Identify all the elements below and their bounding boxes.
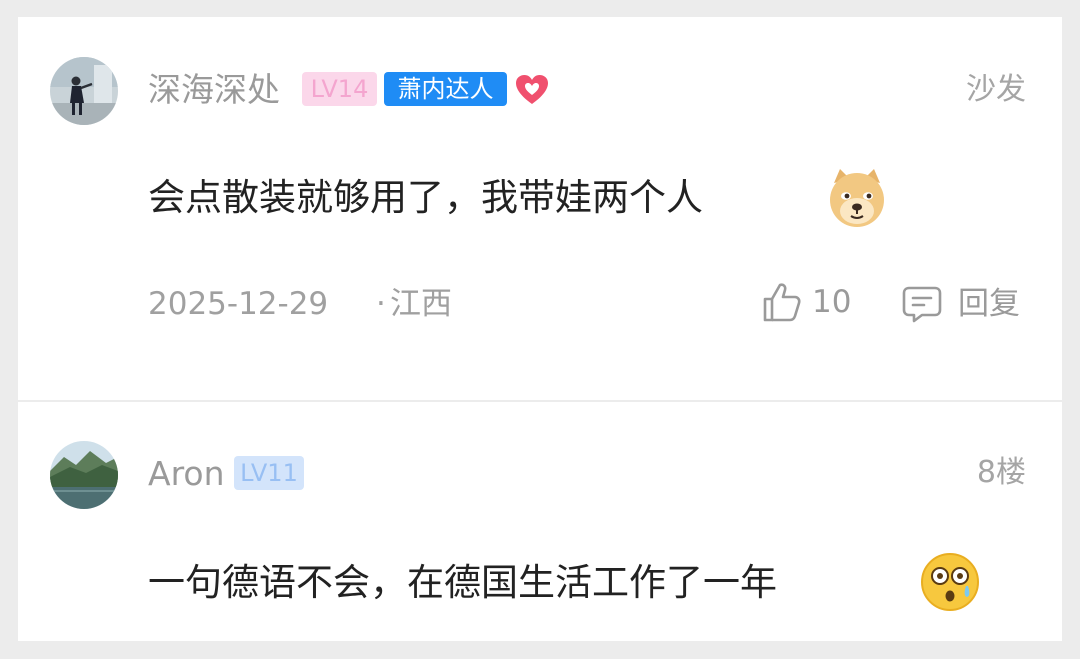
comment-text: 会点散装就够用了，我带娃两个人 [148, 176, 703, 219]
doge-emoji-icon [826, 167, 888, 233]
like-count: 10 [812, 283, 852, 320]
like-button[interactable]: 10 [762, 281, 851, 323]
thumbs-up-icon [763, 283, 801, 322]
heart-icon [514, 73, 550, 107]
expert-badge: 萧内达人 [384, 72, 507, 106]
shocked-face-emoji-icon [920, 552, 980, 616]
username[interactable]: Aron [148, 457, 225, 490]
avatar[interactable] [50, 57, 118, 125]
reply-button[interactable]: 回复 [902, 285, 1020, 323]
reply-label: 回复 [958, 285, 1020, 322]
comment-date: 2025-12-29 [148, 286, 329, 322]
meta-separator: · [376, 286, 386, 322]
comment-location: 江西 [390, 286, 452, 322]
comment-text: 一句德语不会，在德国生活工作了一年 [148, 561, 777, 604]
avatar[interactable] [50, 441, 118, 509]
level-badge: LV11 [234, 456, 304, 490]
comment-card: Aron LV11 8楼 一句德语不会，在德国生活工作了一年 [18, 402, 1062, 641]
floor-label: 沙发 [966, 72, 1026, 107]
comment-card: 深海深处 LV14 萧内达人 沙发 会点散装就够用了，我带娃两个人 2025-1… [18, 17, 1062, 400]
floor-label: 8楼 [976, 455, 1026, 490]
level-badge: LV14 [302, 72, 377, 106]
username[interactable]: 深海深处 [148, 73, 280, 106]
comment-bubble-icon [902, 286, 942, 323]
